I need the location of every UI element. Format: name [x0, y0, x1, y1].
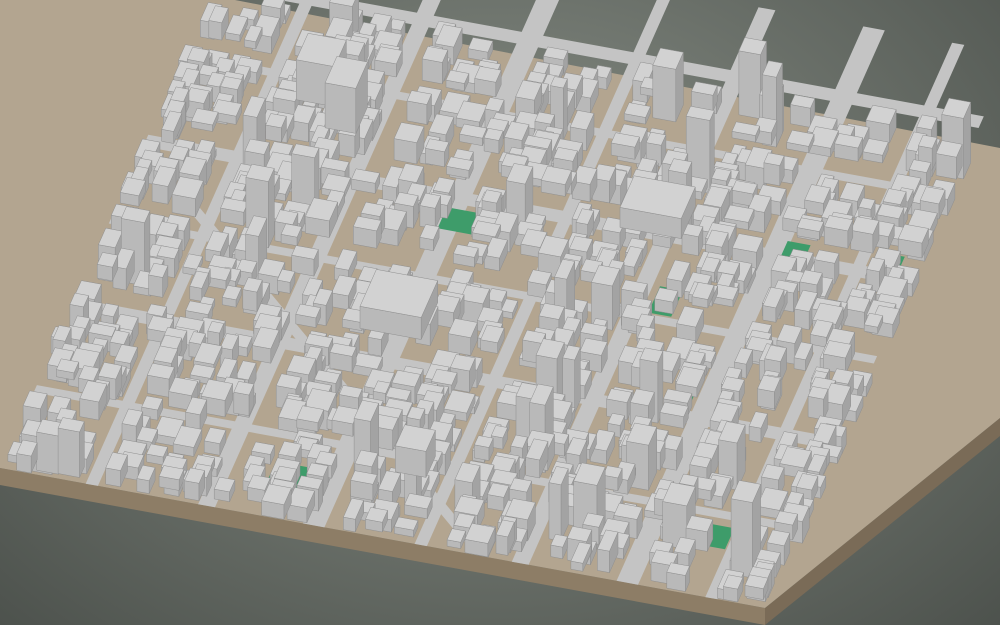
building-front-face [548, 482, 562, 542]
building [623, 102, 651, 125]
building-front-face [757, 388, 775, 410]
building-front-face [207, 330, 220, 346]
building [744, 574, 769, 600]
building [796, 217, 825, 240]
building [233, 381, 255, 417]
building [425, 138, 450, 168]
building [652, 47, 684, 123]
building [807, 386, 829, 420]
building-front-face [597, 548, 610, 573]
building [406, 90, 432, 125]
building [447, 318, 478, 356]
building [351, 168, 381, 194]
building [404, 493, 433, 519]
building-front-face [242, 289, 258, 312]
building-front-face [233, 391, 250, 417]
building-front-face [935, 153, 957, 180]
landmark-building [359, 269, 439, 340]
building-front-face [324, 82, 357, 134]
building-front-face [763, 162, 781, 187]
building [610, 132, 640, 160]
building [786, 129, 815, 154]
building [666, 562, 690, 592]
building [393, 516, 419, 538]
building [540, 165, 572, 197]
building [291, 245, 319, 277]
building [474, 435, 494, 461]
building [265, 113, 287, 143]
building [865, 104, 897, 144]
building [446, 156, 474, 179]
building [445, 69, 470, 92]
building [763, 152, 785, 187]
building [483, 128, 504, 154]
building [191, 108, 219, 132]
building-front-face [136, 478, 150, 494]
building-side-face [563, 78, 568, 141]
building [548, 466, 569, 542]
building-front-face [790, 104, 811, 128]
building-front-face [189, 285, 203, 302]
building [654, 287, 679, 315]
building-front-face [367, 336, 382, 357]
building-front-face [208, 20, 223, 41]
building [280, 223, 303, 247]
building [419, 192, 442, 230]
building-front-face [406, 100, 428, 125]
building [393, 122, 425, 165]
building-front-face [148, 274, 163, 298]
building [295, 303, 321, 328]
building [352, 215, 382, 249]
building [935, 140, 963, 180]
building-front-face [343, 516, 356, 533]
building [459, 123, 488, 147]
building-front-face [738, 50, 761, 120]
building-front-face [421, 58, 443, 85]
building [850, 216, 880, 254]
building-front-face [36, 431, 59, 475]
building [57, 417, 85, 478]
city-model-viewport[interactable] [0, 0, 1000, 625]
building [659, 401, 689, 429]
building [453, 244, 479, 268]
building [474, 66, 502, 98]
building [824, 215, 854, 249]
building [56, 358, 80, 381]
building-front-face [184, 480, 200, 501]
building [158, 465, 185, 491]
building-front-face [57, 427, 80, 478]
building-front-face [748, 425, 762, 443]
building-front-face [495, 534, 509, 556]
building-front-face [525, 457, 540, 479]
building [897, 223, 929, 259]
building-front-face [79, 398, 100, 421]
building-front-face [730, 498, 753, 579]
building [148, 262, 169, 298]
building [421, 46, 449, 85]
building-front-face [151, 183, 169, 205]
building [296, 405, 325, 432]
building [834, 133, 864, 162]
building-side-face [268, 168, 275, 249]
building-front-face [681, 233, 699, 257]
building [602, 465, 623, 492]
building [691, 81, 718, 112]
building-front-face [652, 64, 677, 123]
building-front-face [161, 129, 174, 144]
building-front-face [338, 132, 356, 158]
building [467, 37, 494, 62]
building-front-face [393, 138, 418, 165]
city-model-scene [0, 0, 1000, 625]
building-front-face [105, 467, 121, 488]
building [220, 197, 249, 227]
building-front-face [16, 453, 32, 474]
building [350, 470, 378, 501]
landmark-building [395, 424, 436, 478]
building-front-face [762, 305, 777, 323]
landmark-building [619, 175, 696, 239]
building [329, 342, 357, 373]
